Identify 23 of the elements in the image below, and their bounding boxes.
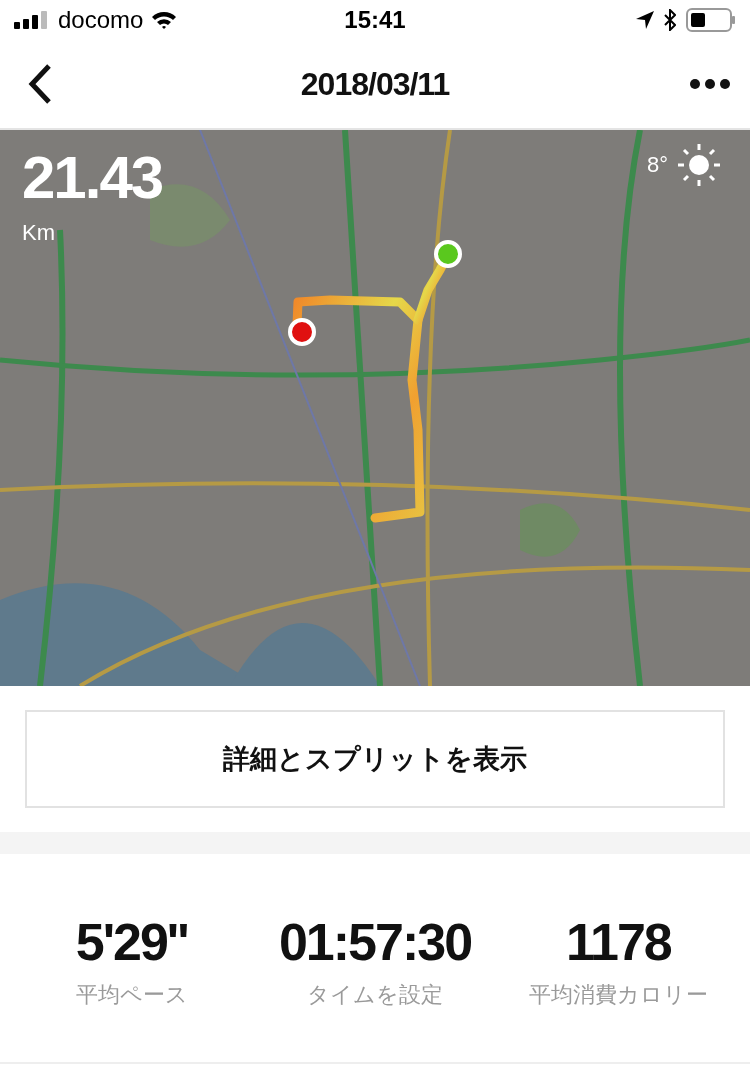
stat-value: 5'29''	[75, 912, 188, 972]
stat-label: タイムを設定	[307, 981, 443, 1009]
back-chevron-icon	[28, 63, 52, 105]
battery-icon	[686, 8, 736, 32]
bluetooth-icon	[664, 9, 676, 31]
location-arrow-icon	[636, 11, 654, 29]
distance-value: 21.43	[22, 148, 163, 208]
stat-label: 平均消費カロリー	[528, 981, 708, 1009]
signal-icon	[14, 11, 50, 29]
sun-icon	[678, 144, 720, 186]
date-title: 2018/03/11	[300, 65, 450, 103]
clock-time: 15:41	[344, 6, 406, 34]
carrier-name: docomo	[58, 6, 144, 34]
finish-marker	[288, 318, 316, 346]
more-dots-icon	[690, 79, 730, 89]
stat-value: 01:57:30	[278, 912, 472, 972]
distance-unit: Km	[22, 220, 56, 246]
details-splits-button[interactable]: 詳細とスプリットを表示	[25, 710, 725, 808]
stat-value: 1178	[565, 912, 671, 972]
stat-label: 平均ペース	[75, 981, 188, 1009]
temperature: 8°	[646, 152, 668, 178]
wifi-icon	[151, 10, 178, 30]
start-marker	[434, 240, 462, 268]
